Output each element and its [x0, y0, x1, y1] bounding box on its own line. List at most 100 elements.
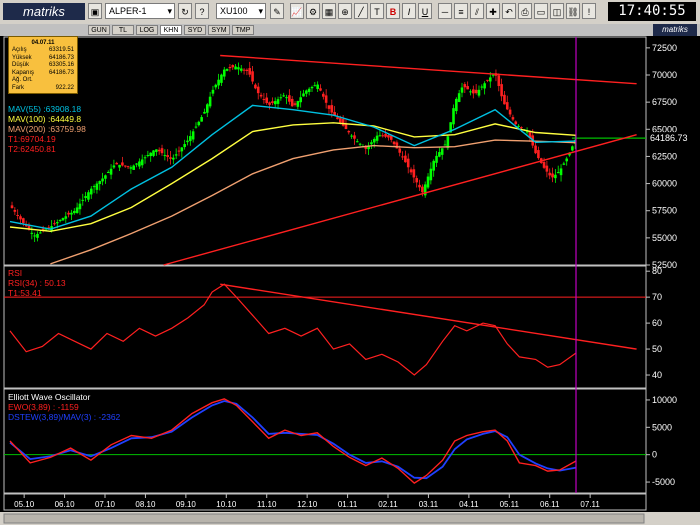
candle-body [180, 147, 184, 152]
candle-body [30, 232, 34, 234]
legend-value: 63759.98 [50, 124, 86, 134]
candle-body [135, 163, 138, 165]
chart-svg[interactable]: 5250055000575006000062500650006750070000… [0, 0, 700, 525]
x-tick-label: 02.11 [378, 500, 398, 509]
legend-label: MAV(55) [8, 104, 41, 114]
candle-body [517, 125, 520, 127]
infobox-date: 04.07.11 [31, 40, 55, 46]
candle-body [463, 84, 467, 88]
candle-body [457, 93, 461, 102]
candle-body [104, 175, 107, 179]
candle-body [370, 142, 373, 145]
candle-body [472, 89, 475, 94]
candle-body [508, 109, 512, 115]
candle-body [438, 152, 441, 157]
legend-value: 64449.8 [50, 114, 82, 124]
infobox-row: Ağ. Ort. [12, 77, 74, 85]
candle-body [562, 163, 566, 165]
price-panel-tick-label: 60000 [652, 179, 677, 189]
candle-body [350, 135, 353, 137]
candle-body [78, 203, 82, 210]
candle-body [239, 68, 243, 71]
infobox-value: 63319.51 [48, 47, 74, 53]
legend-t1: T1:69704.19 [8, 134, 56, 144]
candle-body [358, 143, 362, 145]
candle-body [319, 88, 322, 91]
legend-mav55: MAV(55) :63908.18 [8, 104, 82, 114]
candle-body [64, 216, 68, 219]
candle-body [514, 121, 518, 125]
infobox-label: Kapanış [12, 69, 35, 76]
ewo-value-row: EWO(3,89) : -1159 [8, 402, 79, 412]
legend-label: MAV(200) [8, 124, 46, 134]
candle-body [217, 79, 220, 86]
ewo-panel-tick-label: 0 [652, 450, 657, 460]
x-tick-label: 06.11 [540, 500, 560, 509]
x-tick-label: 05.10 [14, 500, 35, 509]
candle-body [415, 178, 419, 183]
candle-body [16, 215, 19, 217]
candle-body [183, 144, 186, 148]
candle-body [378, 135, 382, 137]
candle-body [13, 209, 17, 212]
candle-body [336, 117, 339, 120]
candle-body [237, 67, 240, 70]
legend-label: DSTEW(3,89)/MAV(3) [8, 412, 92, 422]
candle-body [271, 101, 274, 103]
price-panel-tick-label: 67500 [652, 97, 677, 107]
candle-body [67, 212, 70, 215]
candle-body [327, 105, 331, 109]
candle-body [174, 154, 178, 156]
candle-body [409, 169, 413, 173]
candle-body [429, 168, 433, 181]
x-tick-label: 05.11 [500, 500, 520, 509]
candle-body [293, 103, 297, 105]
candle-body [537, 150, 540, 159]
infobox-row: Kapanış 64186.73 [12, 70, 74, 78]
candle-body [256, 86, 260, 94]
candle-body [92, 186, 96, 188]
candle-body [452, 108, 455, 125]
candle-body [392, 141, 396, 145]
scrollbar-thumb[interactable] [3, 513, 645, 524]
candle-body [466, 86, 469, 90]
candle-body [81, 199, 85, 201]
candle-body [132, 165, 136, 170]
candle-body [169, 157, 172, 159]
candle-body [61, 218, 65, 221]
candle-body [302, 93, 305, 97]
candle-body [398, 148, 402, 153]
candle-body [87, 192, 90, 200]
infobox-label: Yüksek [12, 54, 32, 61]
candle-body [347, 130, 351, 133]
infobox-value: 63305.16 [48, 62, 74, 69]
candle-body [191, 131, 195, 140]
candle-body [163, 155, 167, 157]
candle-body [115, 162, 119, 165]
candle-body [551, 173, 554, 178]
x-tick-label: 01.11 [338, 500, 358, 509]
legend-value: 53.41 [20, 288, 42, 298]
candle-body [75, 207, 79, 213]
legend-value: -2362 [98, 412, 121, 422]
candle-body [265, 97, 269, 104]
candle-body [200, 117, 203, 122]
rsi-panel-tick-label: 50 [652, 344, 662, 354]
ewo-panel-tick-label: -5000 [652, 477, 675, 487]
candle-body [483, 83, 486, 89]
candle-body [273, 101, 277, 105]
rsi-t1-row: T1:53.41 [8, 288, 42, 298]
candle-body [138, 161, 141, 167]
candle-body [140, 159, 144, 166]
candle-body [143, 157, 147, 159]
rsi-panel-tick-label: 40 [652, 370, 662, 380]
candle-body [353, 135, 356, 139]
candle-body [98, 181, 102, 185]
candle-body [440, 148, 444, 155]
candle-body [375, 135, 379, 141]
candle-body [355, 141, 359, 143]
candle-body [149, 152, 152, 157]
candle-body [157, 149, 161, 152]
price-panel-tick-label: 57500 [652, 206, 677, 216]
infobox-label: Düşük [12, 62, 30, 69]
